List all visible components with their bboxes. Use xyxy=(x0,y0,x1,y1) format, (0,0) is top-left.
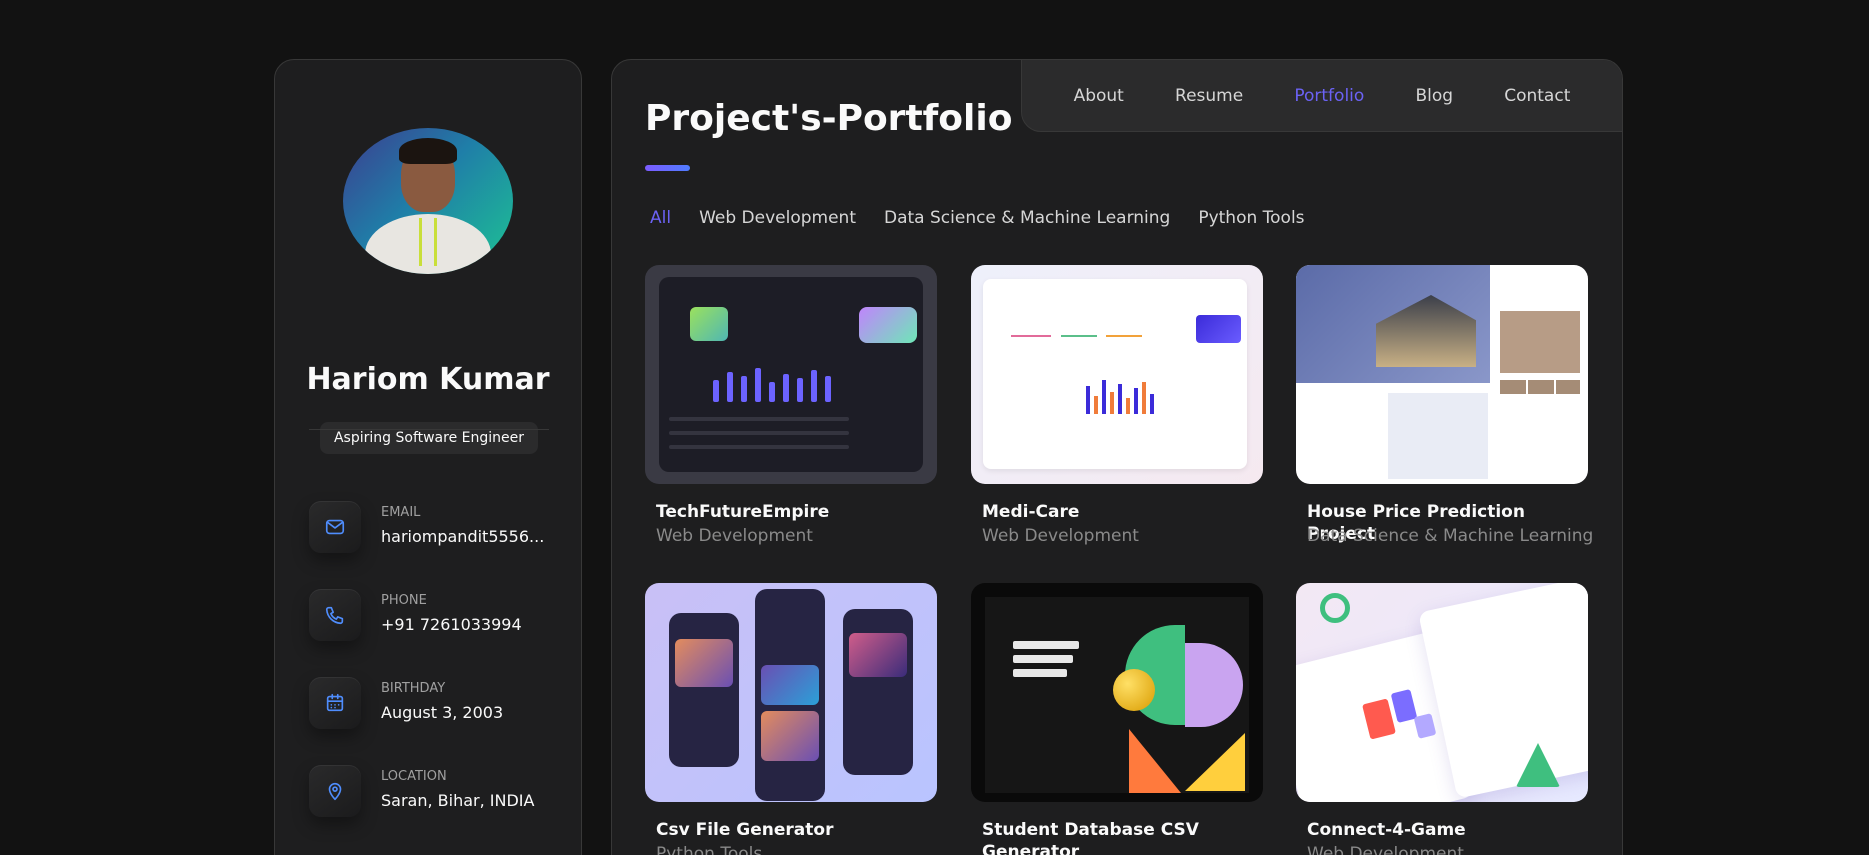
project-card[interactable]: TechFutureEmpire Web Development xyxy=(645,265,937,546)
project-category: Web Development xyxy=(1307,844,1464,855)
page-title: Project's-Portfolio xyxy=(645,98,1013,139)
sidebar-separator xyxy=(309,429,549,430)
contact-label: PHONE xyxy=(381,593,427,608)
project-thumbnail[interactable] xyxy=(645,265,937,484)
project-title: Medi-Care xyxy=(982,502,1080,522)
location-value: Saran, Bihar, INDIA xyxy=(381,791,535,810)
project-card[interactable]: Connect-4-Game Web Development xyxy=(1296,583,1588,855)
phone-icon xyxy=(309,589,361,641)
portfolio-panel: About Resume Portfolio Blog Contact Proj… xyxy=(611,59,1623,855)
project-title: TechFutureEmpire xyxy=(656,502,830,522)
project-thumbnail[interactable] xyxy=(1296,583,1588,802)
filter-all[interactable]: All xyxy=(650,208,671,228)
contact-location: LOCATION Saran, Bihar, INDIA xyxy=(309,765,549,821)
profile-title-badge: Aspiring Software Engineer xyxy=(320,422,538,454)
project-card[interactable]: House Price Prediction Project Data Scie… xyxy=(1296,265,1593,546)
profile-name: Hariom Kumar xyxy=(306,362,550,397)
project-thumbnail[interactable] xyxy=(971,265,1263,484)
filter-data-science[interactable]: Data Science & Machine Learning xyxy=(884,208,1170,228)
contact-email: EMAIL hariompandit5556... xyxy=(309,501,549,557)
title-underline xyxy=(645,165,690,171)
contact-label: BIRTHDAY xyxy=(381,681,446,696)
contact-label: EMAIL xyxy=(381,505,421,520)
project-title: Connect-4-Game xyxy=(1307,820,1466,840)
nav-about[interactable]: About xyxy=(1074,86,1124,106)
project-title: Csv File Generator xyxy=(656,820,834,840)
nav-contact[interactable]: Contact xyxy=(1504,86,1570,106)
phone-link[interactable]: +91 7261033994 xyxy=(381,615,522,634)
contact-birthday: BIRTHDAY August 3, 2003 xyxy=(309,677,549,733)
project-category: Python Tools xyxy=(656,844,763,855)
nav-resume[interactable]: Resume xyxy=(1175,86,1243,106)
contact-label: LOCATION xyxy=(381,769,447,784)
project-card[interactable]: Student Database CSV Generator xyxy=(971,583,1263,855)
navbar: About Resume Portfolio Blog Contact xyxy=(1021,60,1622,132)
project-thumbnail[interactable] xyxy=(645,583,937,802)
filter-web-development[interactable]: Web Development xyxy=(699,208,856,228)
project-category: Web Development xyxy=(982,526,1139,546)
email-link[interactable]: hariompandit5556... xyxy=(381,527,544,546)
project-category: Web Development xyxy=(656,526,813,546)
project-card[interactable]: Csv File Generator Python Tools xyxy=(645,583,937,855)
project-card[interactable]: Medi-Care Web Development xyxy=(971,265,1263,546)
project-thumbnail[interactable] xyxy=(1296,265,1588,484)
profile-sidebar: Hariom Kumar Aspiring Software Engineer … xyxy=(274,59,582,855)
filter-list: All Web Development Data Science & Machi… xyxy=(650,208,1333,228)
project-thumbnail[interactable] xyxy=(971,583,1263,802)
nav-portfolio[interactable]: Portfolio xyxy=(1294,86,1364,106)
calendar-icon xyxy=(309,677,361,729)
contact-phone: PHONE +91 7261033994 xyxy=(309,589,549,645)
birthday-value: August 3, 2003 xyxy=(381,703,504,722)
mail-icon xyxy=(309,501,361,553)
project-category: Data Science & Machine Learning xyxy=(1307,526,1594,546)
avatar xyxy=(343,128,513,274)
nav-blog[interactable]: Blog xyxy=(1415,86,1453,106)
location-pin-icon xyxy=(309,765,361,817)
project-title: Student Database CSV Generator xyxy=(982,820,1199,855)
filter-python-tools[interactable]: Python Tools xyxy=(1198,208,1304,228)
